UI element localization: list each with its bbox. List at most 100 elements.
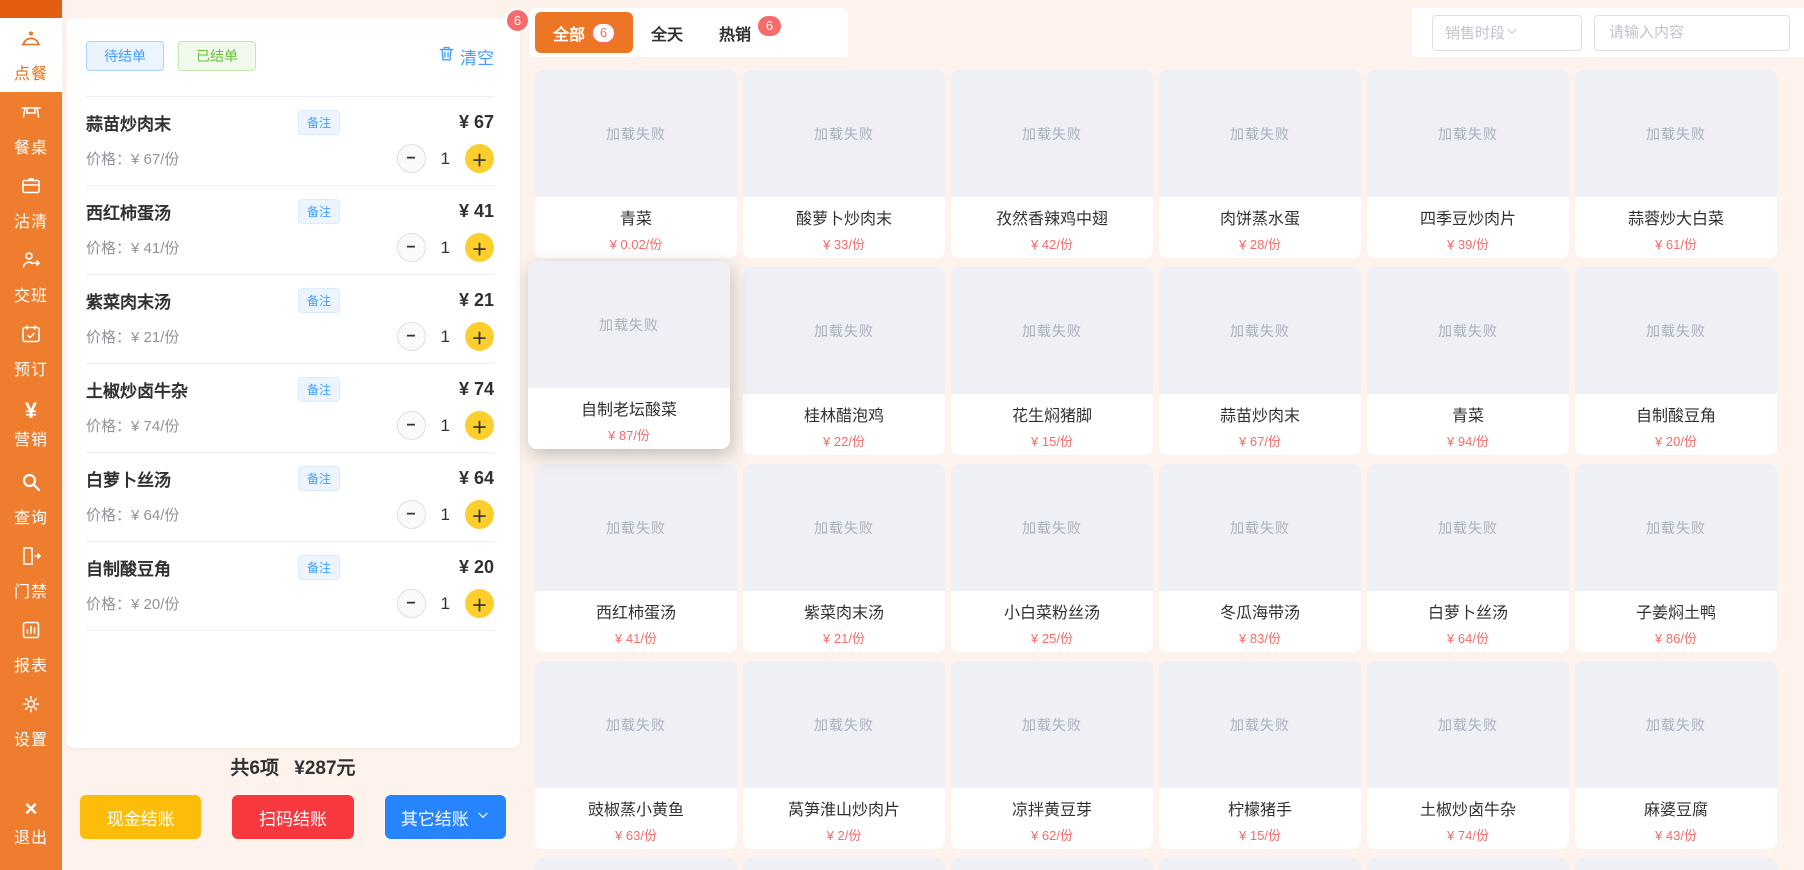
search-input[interactable] xyxy=(1594,14,1790,51)
note-tag-button[interactable]: 备注 xyxy=(298,110,341,135)
sidebar-item-soldout[interactable]: 沽清 xyxy=(0,166,62,240)
unit-price-label: 价格：¥ 41/份 xyxy=(86,240,180,257)
scan-checkout-button[interactable]: 扫码结账 xyxy=(232,795,354,839)
increase-qty-button[interactable]: ＋ xyxy=(465,233,494,262)
shift-change-icon xyxy=(19,248,43,277)
pending-orders-button[interactable]: 待结单 xyxy=(86,41,164,71)
sidebar-item-exit[interactable]: × 退出 xyxy=(0,786,62,860)
load-failed-text: 加载失败 xyxy=(1438,125,1498,142)
unit-price-label: 价格：¥ 74/份 xyxy=(86,418,180,435)
menu-card-partial[interactable] xyxy=(1575,858,1777,870)
note-tag-button[interactable]: 备注 xyxy=(298,199,341,224)
note-tag-button[interactable]: 备注 xyxy=(298,377,341,402)
menu-item-price: ¥ 25/份 xyxy=(1031,631,1073,646)
load-failed-text: 加载失败 xyxy=(1022,322,1082,339)
sidebar-item-access[interactable]: 门禁 xyxy=(0,536,62,610)
menu-item-card[interactable]: 加载失败 自制酸豆角 ¥ 20/份 xyxy=(1575,267,1777,455)
decrease-qty-button[interactable]: − xyxy=(396,500,426,529)
sidebar-item-reservation[interactable]: 预订 xyxy=(0,314,62,388)
load-failed-text: 加载失败 xyxy=(1646,519,1706,536)
menu-item-card[interactable]: 加载失败 蒜蓉炒大白菜 ¥ 61/份 xyxy=(1575,70,1777,258)
report-icon xyxy=(19,618,43,647)
qty-value: 1 xyxy=(440,593,450,613)
sidebar-item-marketing[interactable]: ¥ 营销 xyxy=(0,388,62,462)
menu-item-card[interactable]: 加载失败 青菜 ¥ 0.02/份 xyxy=(535,70,737,258)
menu-item-card[interactable]: 加载失败 土椒炒卤牛杂 ¥ 74/份 xyxy=(1367,661,1569,849)
decrease-qty-button[interactable]: − xyxy=(396,144,426,173)
load-failed-text: 加载失败 xyxy=(1230,125,1290,142)
menu-item-card[interactable]: 加载失败 莴笋淮山炒肉片 ¥ 2/份 xyxy=(743,661,945,849)
menu-item-card[interactable]: 加载失败 桂林醋泡鸡 ¥ 22/份 xyxy=(743,267,945,455)
load-failed-text: 加载失败 xyxy=(1230,322,1290,339)
menu-item-card[interactable]: 加载失败 肉饼蒸水蛋 ¥ 28/份 xyxy=(1159,70,1361,258)
menu-item-image-placeholder: 加载失败 xyxy=(743,464,945,591)
sidebar-item-reports[interactable]: 报表 xyxy=(0,610,62,684)
load-failed-text: 加载失败 xyxy=(606,519,666,536)
menu-card-partial[interactable] xyxy=(1159,858,1361,870)
menu-item-card[interactable]: 加载失败 西红柿蛋汤 ¥ 41/份 xyxy=(535,464,737,652)
note-tag-button[interactable]: 备注 xyxy=(298,466,341,491)
sidebar-item-order[interactable]: 点餐 xyxy=(0,18,62,92)
menu-item-image-placeholder: 加载失败 xyxy=(1367,464,1569,591)
qty-value: 1 xyxy=(440,415,450,435)
menu-item-card[interactable]: 加载失败 紫菜肉末汤 ¥ 21/份 xyxy=(743,464,945,652)
menu-item-card[interactable]: 加载失败 小白菜粉丝汤 ¥ 25/份 xyxy=(951,464,1153,652)
door-access-icon xyxy=(19,544,43,573)
menu-item-image-placeholder: 加载失败 xyxy=(528,261,730,388)
menu-item-price: ¥ 64/份 xyxy=(1447,631,1489,646)
chevron-down-icon xyxy=(476,807,490,827)
sidebar-item-settings[interactable]: 设置 xyxy=(0,684,62,758)
other-checkout-button[interactable]: 其它结账 xyxy=(384,795,506,839)
menu-item-card[interactable]: 加载失败 酸萝卜炒肉末 ¥ 33/份 xyxy=(743,70,945,258)
decrease-qty-button[interactable]: − xyxy=(396,233,426,262)
menu-item-name: 豉椒蒸小黄鱼 xyxy=(587,802,684,819)
increase-qty-button[interactable]: ＋ xyxy=(465,411,494,440)
decrease-qty-button[interactable]: − xyxy=(396,322,426,351)
menu-card-partial[interactable] xyxy=(535,858,737,870)
unit-price-label: 价格：¥ 20/份 xyxy=(86,596,180,613)
cash-checkout-button[interactable]: 现金结账 xyxy=(80,795,202,839)
note-tag-button[interactable]: 备注 xyxy=(298,555,341,580)
menu-card-partial[interactable] xyxy=(951,858,1153,870)
menu-item-card[interactable]: 加载失败 子姜焖土鸭 ¥ 86/份 xyxy=(1575,464,1777,652)
menu-item-card[interactable]: 加载失败 白萝卜丝汤 ¥ 64/份 xyxy=(1367,464,1569,652)
menu-item-card[interactable]: 加载失败 麻婆豆腐 ¥ 43/份 xyxy=(1575,661,1777,849)
menu-item-image-placeholder: 加载失败 xyxy=(743,70,945,197)
menu-item-card[interactable]: 加载失败 四季豆炒肉片 ¥ 39/份 xyxy=(1367,70,1569,258)
sidebar-item-shift[interactable]: 交班 xyxy=(0,240,62,314)
menu-tab[interactable]: 全天 xyxy=(633,12,701,53)
menu-card-partial[interactable] xyxy=(743,858,945,870)
menu-item-card[interactable]: 加载失败 豉椒蒸小黄鱼 ¥ 63/份 xyxy=(535,661,737,849)
menu-item-card[interactable]: 加载失败 自制老坛酸菜 ¥ 87/份 xyxy=(528,261,730,449)
decrease-qty-button[interactable]: − xyxy=(396,411,426,440)
increase-qty-button[interactable]: ＋ xyxy=(465,144,494,173)
order-item-name: 白萝卜丝汤 xyxy=(86,471,171,490)
clear-order-button[interactable]: 清空 xyxy=(437,44,494,69)
dish-cloche-icon xyxy=(19,26,43,55)
menu-item-card[interactable]: 加载失败 花生焖猪脚 ¥ 15/份 xyxy=(951,267,1153,455)
order-panel: 6 待结单 已结单 清空 蒜苗炒肉末 备注 ¥ 67 价格：¥ 67/份 − 1… xyxy=(66,8,530,748)
menu-item-card[interactable]: 加载失败 孜然香辣鸡中翅 ¥ 42/份 xyxy=(951,70,1153,258)
sidebar-item-query[interactable]: 查询 xyxy=(0,462,62,536)
sidebar-item-tables[interactable]: 餐桌 xyxy=(0,92,62,166)
menu-item-price: ¥ 41/份 xyxy=(615,631,657,646)
menu-item-card[interactable]: 加载失败 冬瓜海带汤 ¥ 83/份 xyxy=(1159,464,1361,652)
trash-icon xyxy=(437,44,456,68)
menu-tab[interactable]: 热销 6 xyxy=(701,12,799,53)
load-failed-text: 加载失败 xyxy=(814,716,874,733)
load-failed-text: 加载失败 xyxy=(1438,716,1498,733)
menu-item-card[interactable]: 加载失败 凉拌黄豆芽 ¥ 62/份 xyxy=(951,661,1153,849)
increase-qty-button[interactable]: ＋ xyxy=(465,589,494,618)
menu-item-card[interactable]: 加载失败 柠檬猪手 ¥ 15/份 xyxy=(1159,661,1361,849)
menu-item-card[interactable]: 加载失败 蒜苗炒肉末 ¥ 67/份 xyxy=(1159,267,1361,455)
menu-item-price: ¥ 15/份 xyxy=(1031,434,1073,449)
sale-period-select[interactable]: 销售时段 xyxy=(1432,14,1582,51)
increase-qty-button[interactable]: ＋ xyxy=(465,322,494,351)
settled-orders-button[interactable]: 已结单 xyxy=(178,41,256,71)
menu-card-partial[interactable] xyxy=(1367,858,1569,870)
increase-qty-button[interactable]: ＋ xyxy=(465,500,494,529)
menu-tab[interactable]: 全部 6 xyxy=(535,12,634,53)
decrease-qty-button[interactable]: − xyxy=(396,589,426,618)
menu-item-card[interactable]: 加载失败 青菜 ¥ 94/份 xyxy=(1367,267,1569,455)
note-tag-button[interactable]: 备注 xyxy=(298,288,341,313)
